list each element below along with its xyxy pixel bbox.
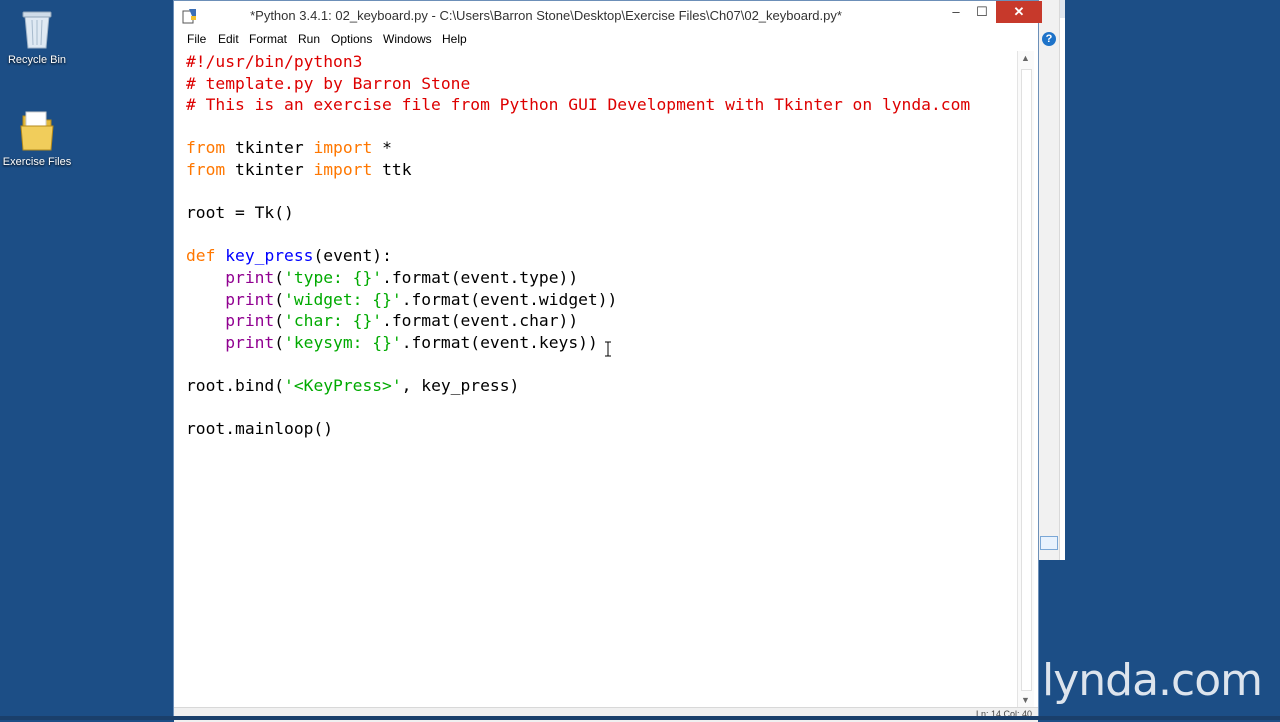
vertical-scrollbar[interactable]: ▲ ▼ [1017,51,1034,707]
paren: ( [274,289,285,309]
folder-icon [20,111,54,151]
code-line: print('char: {}'.format(event.char)) [186,310,970,332]
builtin: print [225,311,275,331]
code-line: print('keysym: {}'.format(event.keys)) [186,332,970,354]
recycle-bin-label: Recycle Bin [7,54,67,66]
function-name: key_press [225,246,314,266]
scrollbar-thumb[interactable] [1021,69,1032,691]
code-line: from tkinter import ttk [186,159,970,181]
code-line: # template.py by Barron Stone [186,73,970,95]
paren: ) [587,332,598,352]
menu-run[interactable]: Run [298,32,320,46]
ibeam-cursor-icon [605,341,611,357]
module-name: tkinter [225,138,314,158]
maximize-button[interactable]: ☐ [970,1,994,23]
code-editor[interactable]: #!/usr/bin/python3 # template.py by Barro… [181,51,1017,707]
builtin: print [225,267,275,287]
author-comment: # template.py by Barron Stone [186,73,471,93]
menu-options[interactable]: Options [331,32,372,46]
code-line: print('type: {}'.format(event.type)) [186,267,970,289]
menu-bar: File Edit Format Run Options Windows Hel… [174,31,1038,51]
menu-file[interactable]: File [187,32,206,46]
builtin: print [225,332,275,352]
title-bar[interactable]: *Python 3.4.1: 02_keyboard.py - C:\Users… [174,1,1042,31]
menu-help[interactable]: Help [442,32,467,46]
keyword: import [313,138,373,158]
code-fragment: .format(event.keys) [401,332,588,352]
scroll-up-icon[interactable]: ▲ [1021,53,1030,63]
menu-windows[interactable]: Windows [383,32,432,46]
recycle-bin-desktop-icon[interactable]: Recycle Bin [1,6,73,66]
code-statement: root = Tk() [186,203,294,223]
code-text[interactable]: #!/usr/bin/python3 # template.py by Barro… [186,51,970,440]
scroll-down-icon[interactable]: ▼ [1021,695,1030,705]
background-window: ? [1038,0,1065,560]
code-line: root.mainloop() [186,418,970,440]
shebang-comment: #!/usr/bin/python3 [186,52,363,71]
code-line: root = Tk() [186,202,970,224]
minimize-button[interactable]: – [944,1,968,23]
paren: ( [274,267,285,287]
import-target: ttk [372,159,412,179]
description-comment: # This is an exercise file from Python G… [186,95,971,115]
string-literal: '<KeyPress>' [284,375,402,395]
string-literal: 'widget: {}' [284,289,402,309]
builtin: print [225,289,275,309]
function-params: (event): [313,246,392,266]
lynda-watermark: lynda.com [1042,655,1263,706]
code-fragment: root.bind( [186,375,285,395]
recycle-bin-icon [22,11,52,49]
code-line: # This is an exercise file from Python G… [186,94,970,116]
code-line: #!/usr/bin/python3 [186,51,970,73]
paren: ( [274,311,285,331]
code-statement: root.mainloop() [186,419,334,439]
string-literal: 'char: {}' [284,311,383,331]
keyword: import [313,159,373,179]
exercise-files-desktop-icon[interactable]: Exercise Files [1,108,73,168]
keyword: def [186,246,216,266]
code-fragment: .format(event.widget)) [401,289,618,309]
import-target: * [372,138,392,158]
code-fragment: .format(event.char)) [382,311,579,331]
menu-format[interactable]: Format [249,32,287,46]
window-title: *Python 3.4.1: 02_keyboard.py - C:\Users… [250,8,842,23]
code-line: from tkinter import * [186,137,970,159]
module-name: tkinter [225,159,314,179]
keyword: from [186,159,226,179]
help-icon[interactable]: ? [1042,32,1056,46]
code-fragment: .format(event.type)) [382,267,579,287]
keyword: from [186,138,226,158]
paren: ( [274,332,285,352]
menu-edit[interactable]: Edit [218,32,239,46]
taskbar-edge [0,716,1280,720]
window-thumbnail-icon[interactable] [1040,536,1058,550]
exercise-files-label: Exercise Files [2,156,72,168]
code-line: print('widget: {}'.format(event.widget)) [186,289,970,311]
code-fragment: , key_press) [401,375,520,395]
close-button[interactable]: ✕ [996,1,1042,23]
idle-editor-window: *Python 3.4.1: 02_keyboard.py - C:\Users… [173,0,1042,722]
string-literal: 'type: {}' [284,267,383,287]
string-literal: 'keysym: {}' [284,332,402,352]
code-line: def key_press(event): [186,245,970,267]
code-line: root.bind('<KeyPress>', key_press) [186,375,970,397]
background-window-scrollbar[interactable] [1039,0,1060,560]
